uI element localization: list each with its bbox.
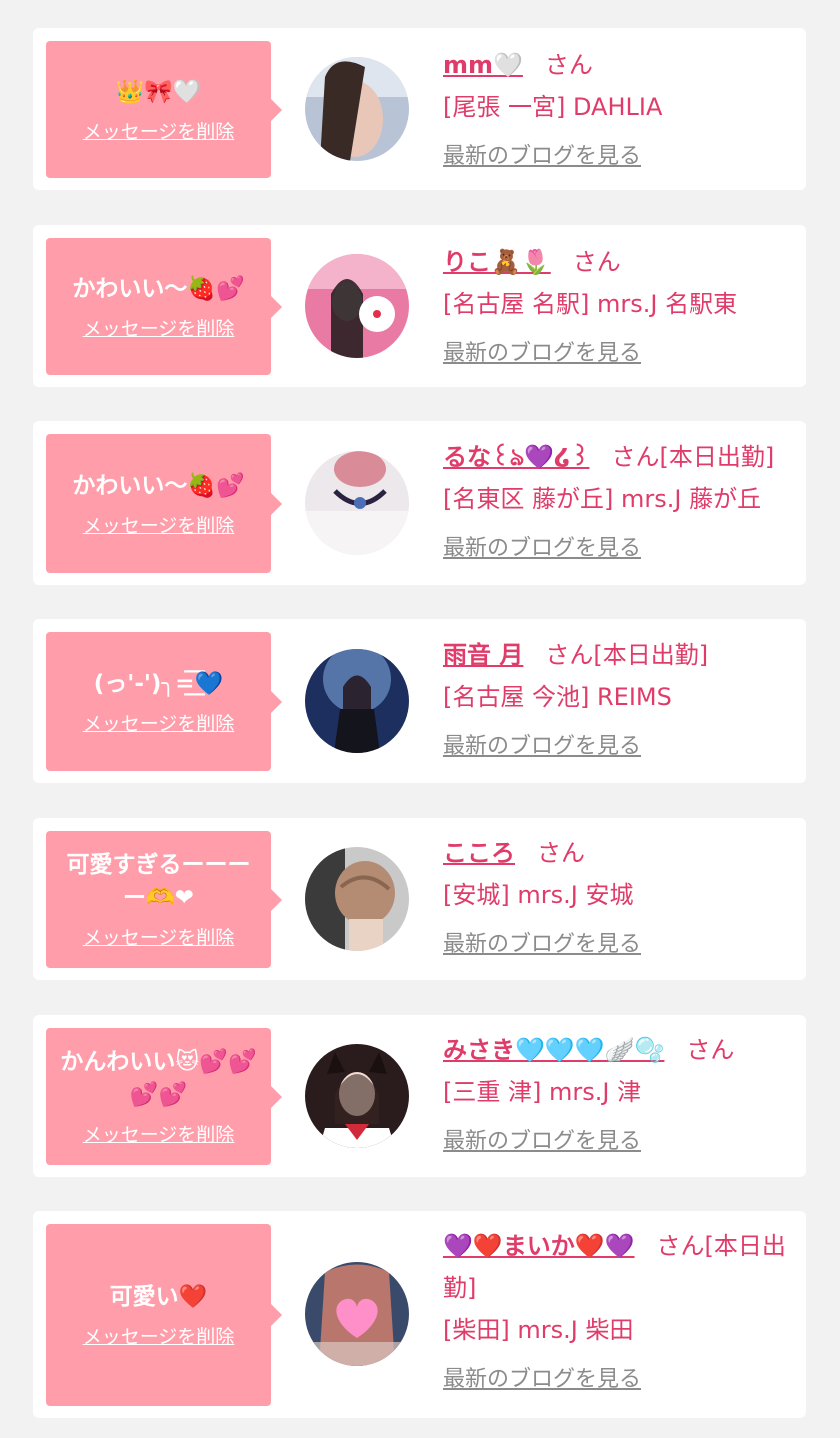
message-card: かんわいい😻💕💕💕💕 メッセージを削除 みさき🩵🩵🩵🪽🫧 さん [三重 津] mr… xyxy=(33,1015,806,1177)
avatar[interactable] xyxy=(305,847,409,951)
profile-name-link[interactable]: mm🤍 xyxy=(443,51,523,79)
message-card: 可愛すぎるーーーー🫶❤ メッセージを削除 こころ さん [安城] mrs.J 安城… xyxy=(33,818,806,980)
message-card: (っ'-')╮=͟͟͞͞💙 メッセージを削除 雨音 月さん[本日出勤] [名古屋… xyxy=(33,619,806,783)
message-text: (っ'-')╮=͟͟͞͞💙 xyxy=(93,670,224,697)
honorific: さん xyxy=(686,1036,735,1064)
profile-info: るな꒰ঌ💜໒꒱ さん[本日出勤] [名東区 藤が丘] mrs.J 藤が丘 最新のブ… xyxy=(443,436,794,562)
latest-blog-link[interactable]: 最新のブログを見る xyxy=(443,138,641,170)
avatar-photo xyxy=(305,57,409,161)
avatar[interactable] xyxy=(305,57,409,161)
delete-message-link[interactable]: メッセージを削除 xyxy=(83,1322,235,1349)
avatar-photo xyxy=(305,847,409,951)
honorific: さん xyxy=(611,443,660,471)
latest-blog-link[interactable]: 最新のブログを見る xyxy=(443,728,641,760)
delete-message-link[interactable]: メッセージを削除 xyxy=(83,511,235,538)
avatar[interactable] xyxy=(305,649,409,753)
profile-name-link[interactable]: みさき🩵🩵🩵🪽🫧 xyxy=(443,1036,664,1064)
message-text: 可愛い❤️ xyxy=(109,1284,208,1310)
shop-location: [柴田] mrs.J 柴田 xyxy=(443,1316,634,1344)
message-bubble: かんわいい😻💕💕💕💕 メッセージを削除 xyxy=(46,1028,282,1165)
honorific: さん xyxy=(544,51,593,79)
message-bubble: 可愛い❤️ メッセージを削除 xyxy=(46,1224,282,1406)
avatar-photo xyxy=(305,254,409,358)
avatar-photo xyxy=(305,649,409,753)
status-label: [本日出勤] xyxy=(659,443,775,471)
profile-info: 雨音 月さん[本日出勤] [名古屋 今池] REIMS 最新のブログを見る xyxy=(443,634,794,760)
honorific: さん xyxy=(656,1232,705,1260)
latest-blog-link[interactable]: 最新のブログを見る xyxy=(443,1361,641,1393)
avatar[interactable] xyxy=(305,451,409,555)
message-text: かわいい〜🍓💕 xyxy=(72,275,245,302)
shop-location: [尾張 一宮] DAHLIA xyxy=(443,93,663,121)
honorific: さん xyxy=(545,641,594,669)
message-bubble: かわいい〜🍓💕 メッセージを削除 xyxy=(46,434,282,573)
message-card: かわいい〜🍓💕 メッセージを削除 るな꒰ঌ💜໒꒱ さん[本日出勤] [名東区 藤が… xyxy=(33,421,806,585)
shop-location: [名古屋 今池] REIMS xyxy=(443,683,672,711)
latest-blog-link[interactable]: 最新のブログを見る xyxy=(443,530,641,562)
message-bubble: (っ'-')╮=͟͟͞͞💙 メッセージを削除 xyxy=(46,632,282,771)
profile-name-link[interactable]: こころ xyxy=(443,839,515,867)
message-text: かんわいい😻💕💕💕💕 xyxy=(60,1049,257,1108)
profile-info: こころ さん [安城] mrs.J 安城 最新のブログを見る xyxy=(443,832,794,958)
shop-location: [名古屋 名駅] mrs.J 名駅東 xyxy=(443,290,738,318)
shop-location: [三重 津] mrs.J 津 xyxy=(443,1078,642,1106)
profile-name-link[interactable]: るな꒰ঌ💜໒꒱ xyxy=(443,443,589,471)
latest-blog-link[interactable]: 最新のブログを見る xyxy=(443,335,641,367)
honorific: さん xyxy=(537,839,585,867)
profile-info: mm🤍 さん [尾張 一宮] DAHLIA 最新のブログを見る xyxy=(443,44,794,170)
avatar[interactable] xyxy=(305,1262,409,1366)
message-text: 👑🎀🤍 xyxy=(115,78,202,105)
latest-blog-link[interactable]: 最新のブログを見る xyxy=(443,1123,641,1155)
latest-blog-link[interactable]: 最新のブログを見る xyxy=(443,926,641,958)
message-card: かわいい〜🍓💕 メッセージを削除 りこ🧸🌷 さん [名古屋 名駅] mrs.J 名… xyxy=(33,225,806,387)
profile-info: りこ🧸🌷 さん [名古屋 名駅] mrs.J 名駅東 最新のブログを見る xyxy=(443,241,794,367)
delete-message-link[interactable]: メッセージを削除 xyxy=(83,923,235,950)
message-bubble: 可愛すぎるーーーー🫶❤ メッセージを削除 xyxy=(46,831,282,968)
avatar[interactable] xyxy=(305,254,409,358)
message-card: 可愛い❤️ メッセージを削除 💜❤️まいか❤️💜 さん[本日出勤] [柴田] mr… xyxy=(33,1211,806,1418)
delete-message-link[interactable]: メッセージを削除 xyxy=(83,117,235,144)
message-card: 👑🎀🤍 メッセージを削除 mm🤍 さん [尾張 一宮] DAHLIA 最新のブログ… xyxy=(33,28,806,190)
message-bubble: かわいい〜🍓💕 メッセージを削除 xyxy=(46,238,282,375)
delete-message-link[interactable]: メッセージを削除 xyxy=(83,314,235,341)
shop-location: [名東区 藤が丘] mrs.J 藤が丘 xyxy=(443,485,762,513)
message-text: かわいい〜🍓💕 xyxy=(72,472,245,499)
honorific: さん xyxy=(572,248,621,276)
shop-location: [安城] mrs.J 安城 xyxy=(443,881,634,909)
avatar-photo xyxy=(305,451,409,555)
avatar[interactable] xyxy=(305,1044,409,1148)
message-bubble: 👑🎀🤍 メッセージを削除 xyxy=(46,41,282,178)
profile-name-link[interactable]: 雨音 月 xyxy=(443,641,523,669)
profile-info: みさき🩵🩵🩵🪽🫧 さん [三重 津] mrs.J 津 最新のブログを見る xyxy=(443,1029,794,1155)
delete-message-link[interactable]: メッセージを削除 xyxy=(83,1120,235,1147)
profile-name-link[interactable]: 💜❤️まいか❤️💜 xyxy=(443,1232,635,1260)
delete-message-link[interactable]: メッセージを削除 xyxy=(83,709,235,736)
profile-name-link[interactable]: りこ🧸🌷 xyxy=(443,248,551,276)
avatar-photo xyxy=(305,1262,409,1366)
status-label: [本日出勤] xyxy=(593,641,709,669)
profile-info: 💜❤️まいか❤️💜 さん[本日出勤] [柴田] mrs.J 柴田 最新のブログを見… xyxy=(443,1225,794,1393)
message-list: 👑🎀🤍 メッセージを削除 mm🤍 さん [尾張 一宮] DAHLIA 最新のブログ… xyxy=(0,0,840,1438)
avatar-photo xyxy=(305,1044,409,1148)
message-text: 可愛すぎるーーーー🫶❤ xyxy=(66,852,251,911)
